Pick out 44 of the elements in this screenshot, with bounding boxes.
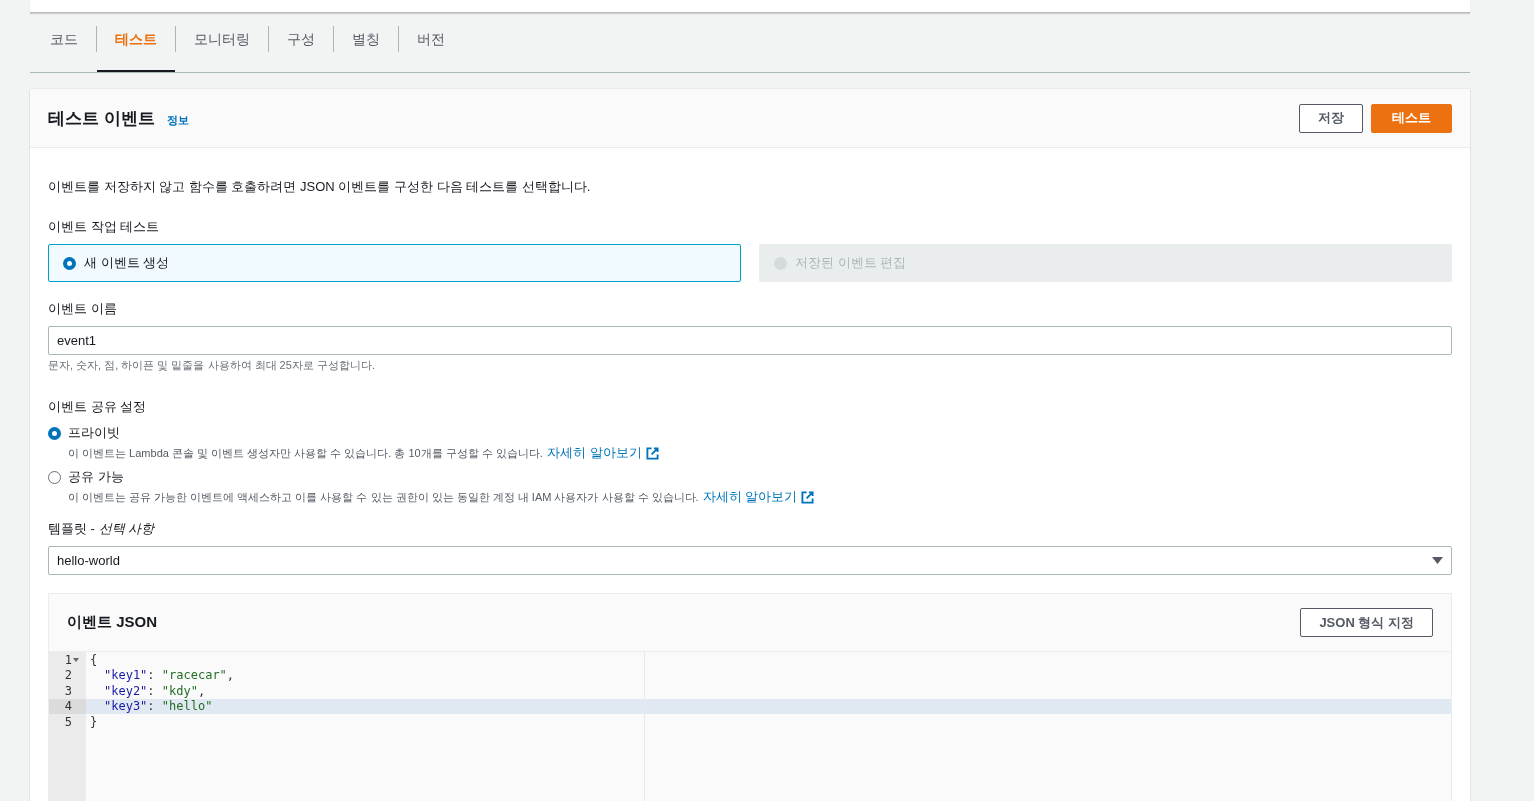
tab[interactable]: 별칭: [334, 22, 398, 72]
save-button[interactable]: 저장: [1299, 103, 1363, 133]
line-number: 2: [64, 668, 72, 683]
line-number: 4: [64, 699, 72, 714]
input-field[interactable]: event1: [48, 326, 1452, 355]
caret-icon: [1432, 557, 1443, 564]
format-button[interactable]: JSON 형식 지정: [1300, 608, 1433, 637]
fold-icon[interactable]: [73, 657, 79, 662]
external-link-icon: [801, 490, 815, 504]
option-description: 이 이벤트는 Lambda 콘솔 및 이벤트 생성자만 사용할 수 있습니다. 총 10개를 구성할 수 있습니다.: [68, 445, 543, 461]
radio-button[interactable]: [48, 470, 61, 484]
line-number: 1: [64, 652, 72, 667]
template-dropdown[interactable]: hello-world: [48, 546, 1452, 575]
tab[interactable]: 모니터링: [176, 22, 268, 72]
option-label: 새 이벤트 생성: [84, 254, 170, 272]
field-label: 템플릿 - 선택 사항: [48, 520, 156, 538]
option-label: 공유 가능: [68, 468, 124, 486]
field-label: 이벤트 이름: [48, 300, 118, 318]
learn-more-link[interactable]: 자세히 알아보기: [546, 444, 642, 462]
option-label: 저장된 이벤트 편집: [795, 254, 907, 272]
line-number: 5: [64, 714, 72, 729]
panel-title: 테스트 이벤트: [48, 108, 155, 128]
tab[interactable]: 구성: [269, 22, 333, 72]
external-link-icon: [645, 446, 659, 460]
radio-card[interactable]: 새 이벤트 생성: [48, 244, 741, 282]
option-label: 프라이빗: [68, 424, 120, 442]
code-line: "key1": "racecar",: [104, 668, 235, 683]
field-label: 이벤트 작업 테스트: [48, 218, 161, 236]
info-link[interactable]: 정보: [166, 113, 189, 126]
editor-title: 이벤트 JSON: [67, 613, 157, 632]
radio-button[interactable]: [63, 256, 76, 270]
code-line: }: [90, 714, 98, 729]
description-text: 이벤트를 저장하지 않고 함수를 호출하려면 JSON 이벤트를 구성한 다음 테스트를 선택합니다.: [48, 178, 592, 196]
learn-more-link[interactable]: 자세히 알아보기: [702, 488, 798, 506]
field-label: 이벤트 공유 설정: [48, 398, 148, 416]
code-line: {: [90, 652, 98, 667]
option-description: 이 이벤트는 공유 가능한 이벤트에 액세스하고 이를 사용할 수 있는 권한이 있는 동일한 계정 내 IAM 사용자가 사용할 수 있습니다.: [68, 489, 699, 505]
tab[interactable]: 버전: [399, 22, 463, 72]
hint-text: 문자, 숫자, 점, 하이픈 및 밑줄을 사용하여 최대 25자로 구성합니다.: [48, 358, 376, 373]
line-number: 3: [64, 683, 72, 698]
code-line: "key2": "kdy",: [104, 683, 206, 698]
code-line: "key3": "hello": [104, 699, 213, 714]
radio-button[interactable]: [48, 426, 61, 440]
tab[interactable]: 코드: [32, 22, 96, 72]
